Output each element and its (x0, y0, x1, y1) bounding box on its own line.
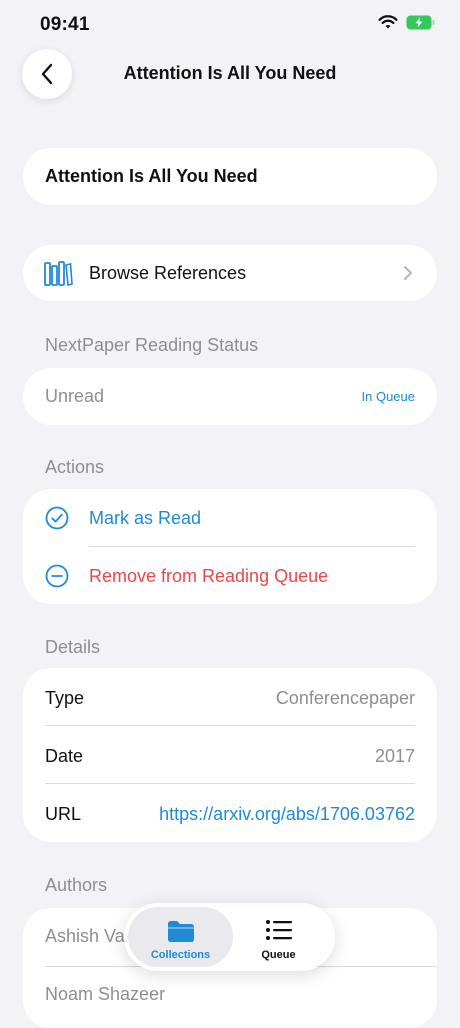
remove-from-queue-button[interactable]: Remove from Reading Queue (23, 547, 437, 604)
battery-icon (406, 15, 435, 29)
tab-bar: Collections Queue (124, 903, 335, 971)
paper-title: Attention Is All You Need (45, 166, 258, 186)
detail-date-value: 2017 (374, 746, 415, 766)
list-icon (265, 920, 292, 940)
chevron-right-icon (404, 266, 412, 280)
status-bar: 09:41 (0, 0, 460, 48)
detail-type-value: Conferencepaper (275, 688, 415, 708)
minus-circle-icon (45, 564, 69, 588)
actions-header: Actions (45, 457, 105, 477)
divider (45, 725, 415, 726)
detail-url-link[interactable]: https://arxiv.org/abs/1706.03762 (159, 804, 415, 825)
books-icon (44, 261, 73, 287)
detail-type-label: Type (45, 688, 85, 708)
status-icons (378, 14, 436, 30)
actions-list: Mark as Read Remove from Reading Queue (23, 489, 437, 604)
tab-collections[interactable]: Collections (128, 907, 233, 967)
mark-as-read-button[interactable]: Mark as Read (23, 489, 437, 546)
browse-references-button[interactable]: Browse References (23, 245, 437, 301)
reading-status-value: Unread (45, 386, 105, 406)
paper-title-field[interactable]: Attention Is All You Need (23, 148, 437, 205)
author-item[interactable]: Noam Shazeer (45, 984, 165, 1005)
wifi-icon (378, 15, 398, 29)
remove-from-queue-label: Remove from Reading Queue (89, 566, 329, 586)
tab-queue[interactable]: Queue (226, 907, 331, 967)
browse-references-label: Browse References (89, 263, 247, 283)
folder-icon (167, 921, 194, 942)
nav-bar: Attention Is All You Need (0, 48, 460, 102)
divider (45, 783, 415, 784)
detail-url-label: URL (45, 804, 82, 824)
authors-header: Authors (45, 875, 108, 895)
tab-queue-label: Queue (261, 949, 296, 961)
checkmark-circle-icon (45, 506, 69, 530)
reading-status-header: NextPaper Reading Status (45, 335, 259, 355)
detail-date-label: Date (45, 746, 84, 766)
mark-as-read-label: Mark as Read (89, 508, 202, 528)
status-badge: In Queue (361, 389, 416, 404)
nav-title: Attention Is All You Need (123, 63, 337, 83)
tab-collections-label: Collections (150, 949, 211, 961)
details-list: Type Conferencepaper Date 2017 URL https… (23, 668, 437, 842)
status-time: 09:41 (40, 14, 90, 35)
details-header: Details (45, 637, 101, 657)
reading-status-row: Unread In Queue (23, 368, 437, 425)
